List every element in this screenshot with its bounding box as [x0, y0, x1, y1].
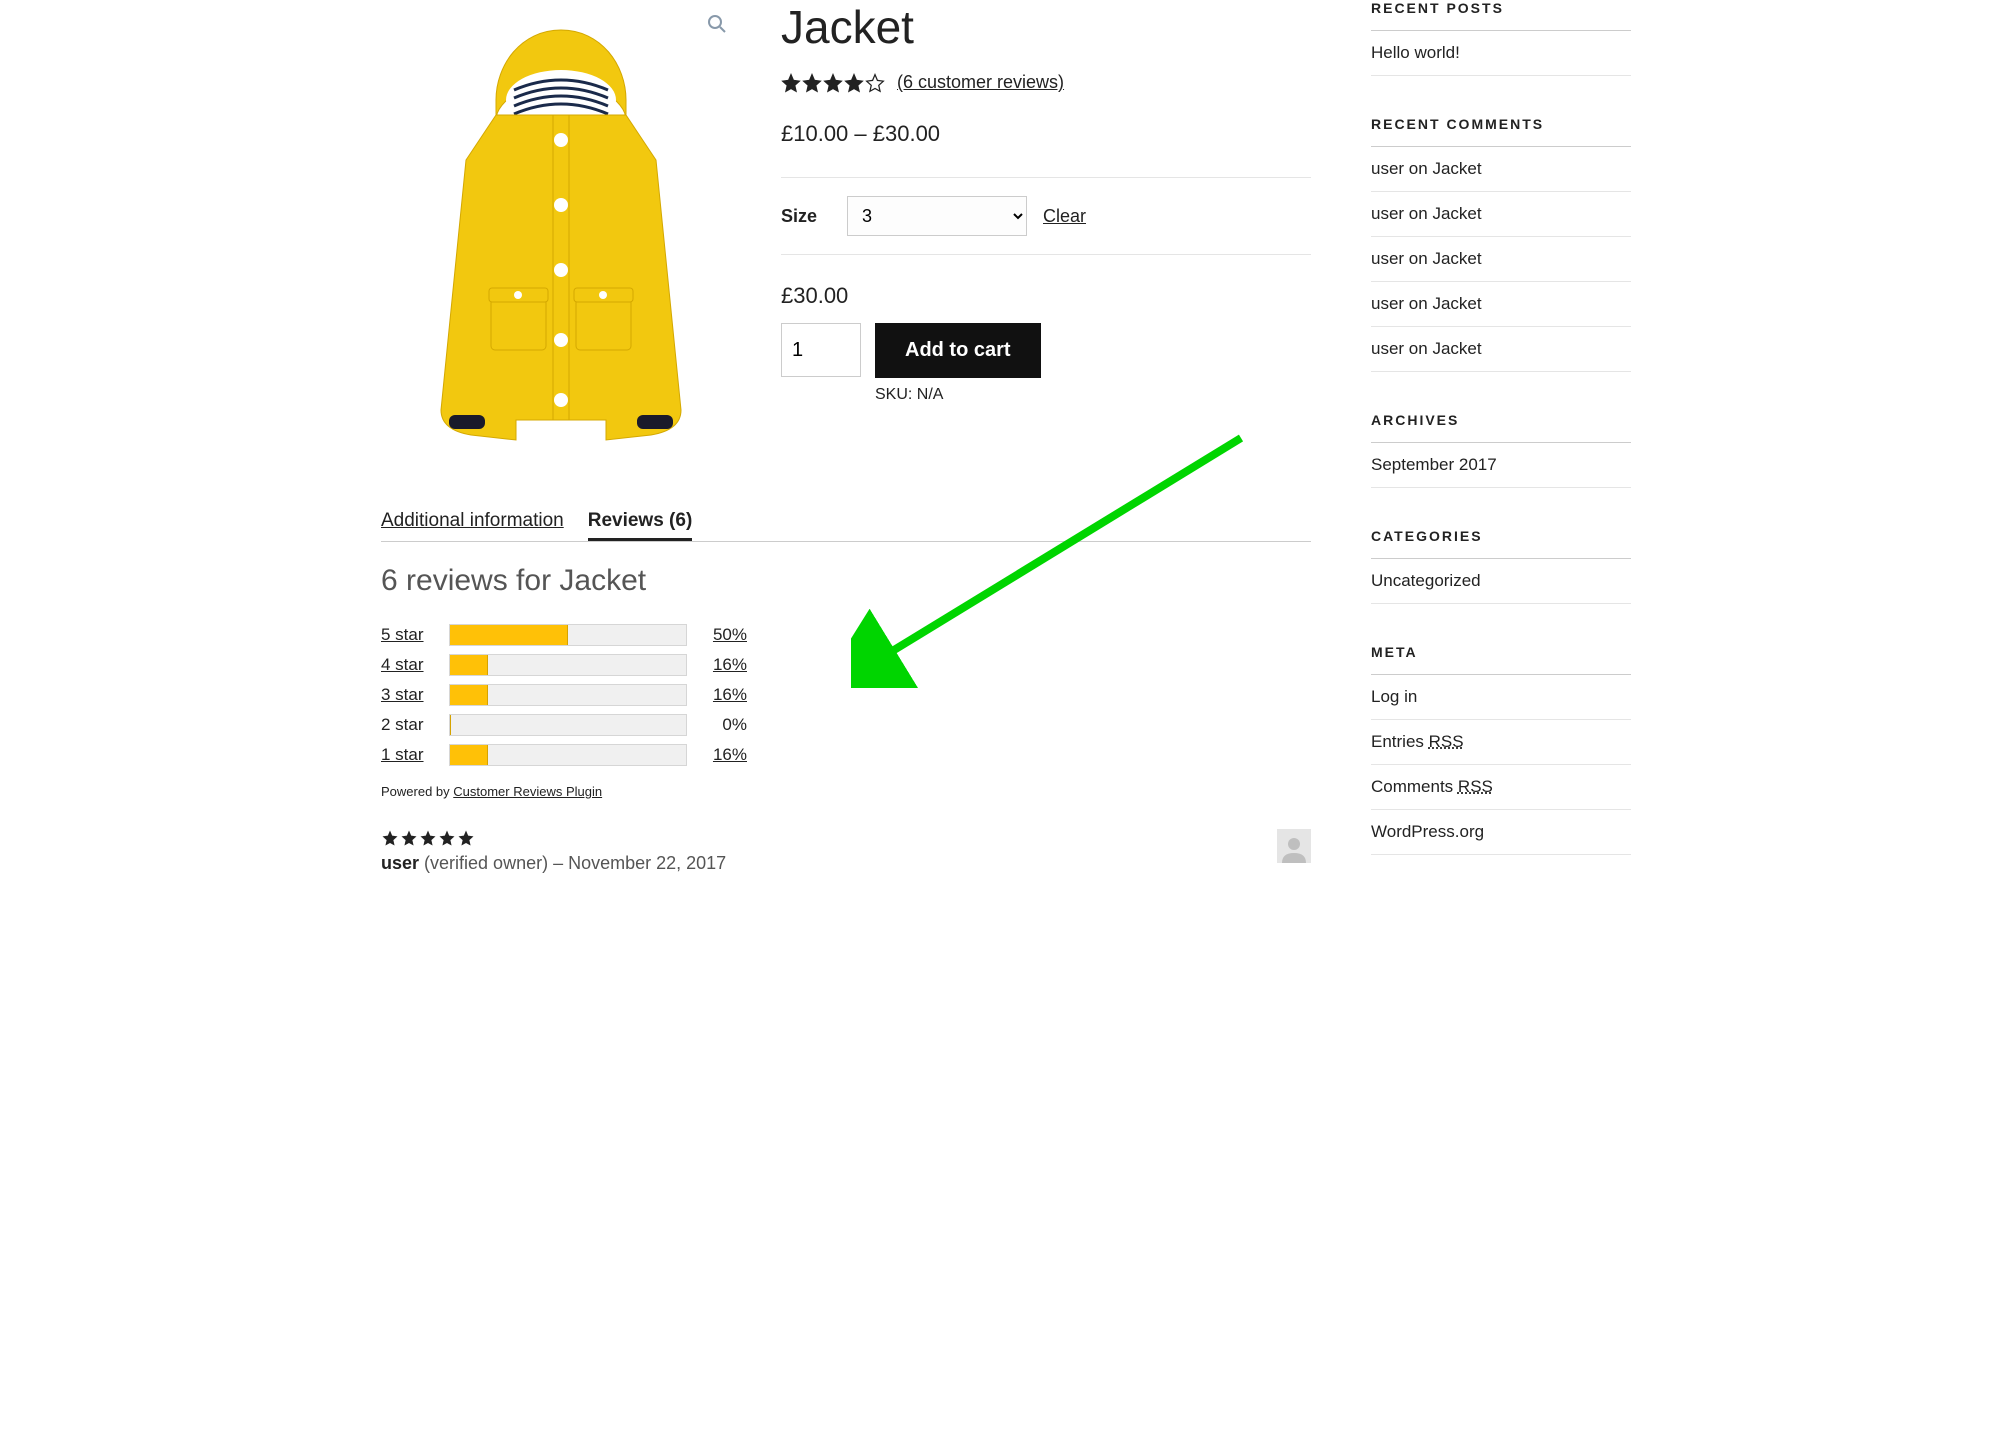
rating-breakdown: 5 star 50% 4 star 16% 3 star 16% 2 star 0% 1 sta…: [381, 624, 1311, 766]
list-item[interactable]: user on Jacket: [1371, 192, 1631, 237]
rating-bar-track: [449, 624, 687, 646]
widget-title: RECENT POSTS: [1371, 0, 1631, 31]
product-tabs: Additional information Reviews (6): [381, 510, 1311, 542]
list-item[interactable]: Entries RSS: [1371, 720, 1631, 765]
review-item: user (verified owner) – November 22, 201…: [381, 829, 1311, 874]
list-item[interactable]: user on Jacket: [1371, 147, 1631, 192]
tab-reviews[interactable]: Reviews (6): [588, 510, 693, 541]
clear-link[interactable]: Clear: [1043, 206, 1086, 227]
rating-bar-track: [449, 714, 687, 736]
zoom-icon[interactable]: [707, 14, 727, 40]
customer-reviews-link[interactable]: (6 customer reviews): [897, 72, 1064, 93]
rating-bar-row[interactable]: 4 star 16%: [381, 654, 1311, 676]
rating-bar-track: [449, 654, 687, 676]
product-title: Jacket: [781, 0, 1311, 54]
widget-archives: ARCHIVES September 2017: [1371, 412, 1631, 488]
sku-line: SKU: N/A: [875, 386, 1041, 404]
widget-title: CATEGORIES: [1371, 528, 1631, 559]
list-item[interactable]: WordPress.org: [1371, 810, 1631, 855]
rating-bar-label: 2 star: [381, 715, 435, 735]
rating-bar-pct[interactable]: 16%: [701, 655, 747, 675]
price-range: £10.00 – £30.00: [781, 121, 1311, 147]
list-item[interactable]: user on Jacket: [1371, 237, 1631, 282]
widget-recent-posts: RECENT POSTS Hello world!: [1371, 0, 1631, 76]
star-rating: [781, 73, 885, 93]
rating-bar-label[interactable]: 3 star: [381, 685, 435, 705]
rating-bar-label[interactable]: 5 star: [381, 625, 435, 645]
rating-bar-track: [449, 744, 687, 766]
size-label: Size: [781, 206, 831, 227]
rating-bar-pct[interactable]: 16%: [701, 745, 747, 765]
rating-bar-label[interactable]: 4 star: [381, 655, 435, 675]
size-select[interactable]: 3: [847, 196, 1027, 236]
widget-title: ARCHIVES: [1371, 412, 1631, 443]
list-item[interactable]: Log in: [1371, 675, 1631, 720]
rating-bar-pct[interactable]: 16%: [701, 685, 747, 705]
reviews-heading: 6 reviews for Jacket: [381, 564, 1311, 598]
avatar: [1277, 829, 1311, 863]
rating-bar-row[interactable]: 1 star 16%: [381, 744, 1311, 766]
review-stars: [381, 829, 726, 847]
rating-bar-row[interactable]: 3 star 16%: [381, 684, 1311, 706]
rating-bar-row[interactable]: 5 star 50%: [381, 624, 1311, 646]
rating-bar-label[interactable]: 1 star: [381, 745, 435, 765]
product-image[interactable]: [381, 0, 741, 470]
tab-additional-information[interactable]: Additional information: [381, 510, 564, 541]
rating-bar-pct[interactable]: 50%: [701, 625, 747, 645]
review-meta: user (verified owner) – November 22, 201…: [381, 853, 726, 874]
selected-price: £30.00: [781, 283, 1311, 309]
quantity-input[interactable]: [781, 323, 861, 377]
powered-by: Powered by Customer Reviews Plugin: [381, 784, 1311, 799]
list-item[interactable]: Hello world!: [1371, 31, 1631, 76]
list-item[interactable]: Uncategorized: [1371, 559, 1631, 604]
rating-bar-row: 2 star 0%: [381, 714, 1311, 736]
powered-by-link[interactable]: Customer Reviews Plugin: [453, 784, 602, 799]
list-item[interactable]: September 2017: [1371, 443, 1631, 488]
product-image-wrap: [381, 0, 741, 470]
rating-bar-pct: 0%: [701, 715, 747, 735]
widget-title: RECENT COMMENTS: [1371, 116, 1631, 147]
widget-categories: CATEGORIES Uncategorized: [1371, 528, 1631, 604]
list-item[interactable]: user on Jacket: [1371, 327, 1631, 372]
widget-title: META: [1371, 644, 1631, 675]
widget-recent-comments: RECENT COMMENTS user on Jacketuser on Ja…: [1371, 116, 1631, 372]
list-item[interactable]: Comments RSS: [1371, 765, 1631, 810]
list-item[interactable]: user on Jacket: [1371, 282, 1631, 327]
add-to-cart-button[interactable]: Add to cart: [875, 323, 1041, 378]
widget-meta: META Log in Entries RSS Comments RSS Wor…: [1371, 644, 1631, 855]
rating-bar-track: [449, 684, 687, 706]
